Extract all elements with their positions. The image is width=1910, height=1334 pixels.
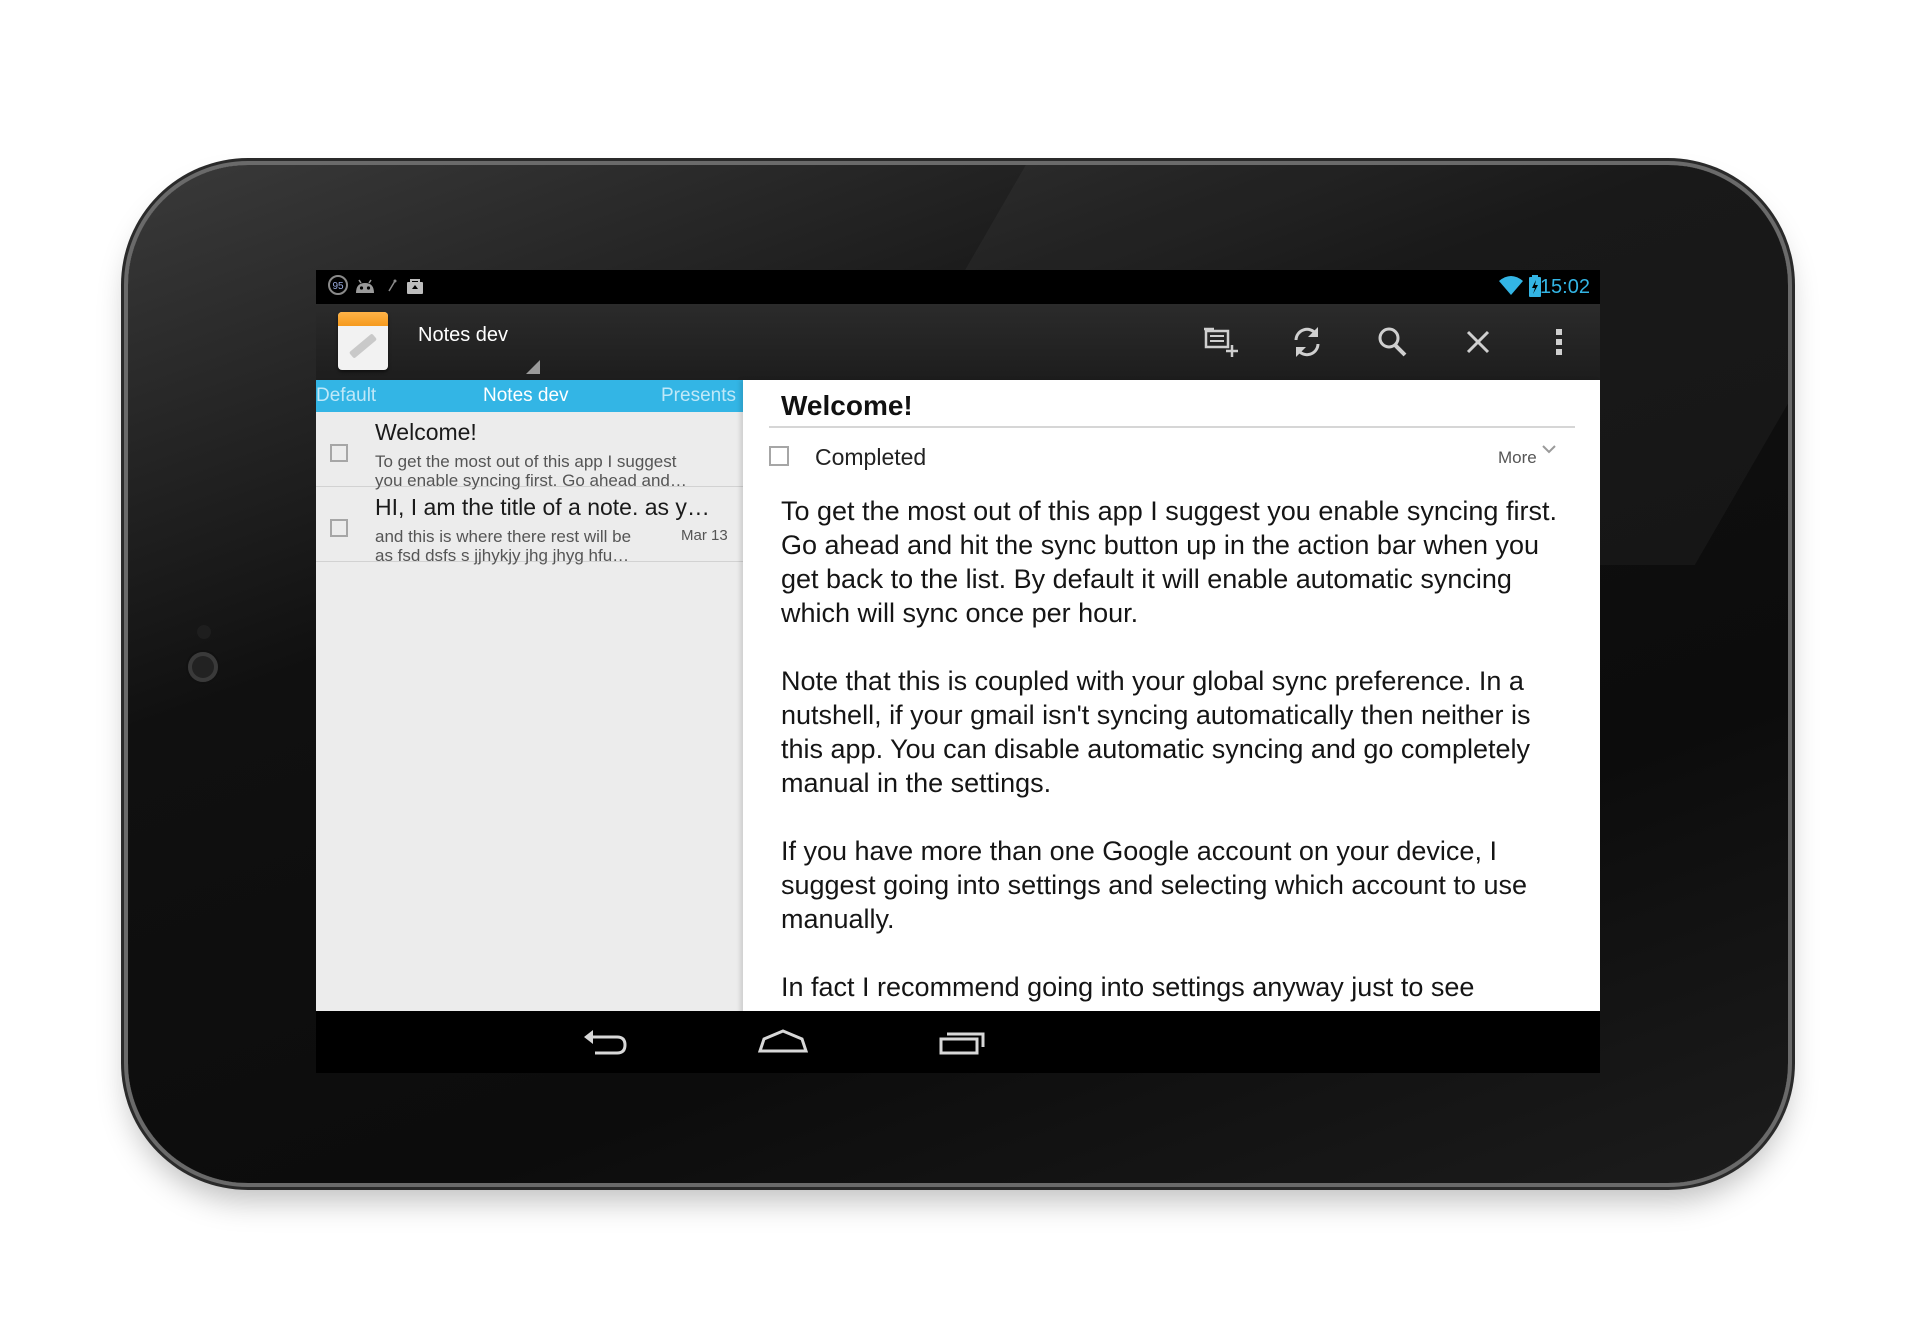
note-paragraph: If you have more than one Google account… — [781, 836, 1527, 934]
sync-button[interactable] — [1282, 318, 1332, 366]
note-checkbox[interactable] — [330, 444, 348, 462]
overflow-menu-button[interactable] — [1534, 318, 1584, 366]
list-item[interactable]: HI, I am the title of a note. as y… and … — [316, 487, 743, 565]
note-paragraph: Note that this is coupled with your glob… — [781, 666, 1531, 798]
front-camera — [188, 652, 218, 682]
search-button[interactable] — [1367, 318, 1417, 366]
notes-app-icon[interactable] — [338, 312, 388, 370]
new-note-icon — [1204, 327, 1238, 357]
new-note-button[interactable] — [1196, 318, 1246, 366]
tab-notes-dev[interactable]: Notes dev — [483, 385, 569, 407]
note-body[interactable]: To get the most out of this app I sugges… — [781, 494, 1571, 1038]
screen: 95 15:02 Notes dev Default Notes dev Pre… — [316, 270, 1600, 1073]
note-preview-line: and this is where there rest will be — [375, 527, 632, 546]
proximity-sensor — [197, 625, 211, 639]
note-checkbox[interactable] — [330, 519, 348, 537]
home-icon — [757, 1029, 809, 1053]
chevron-down-icon[interactable] — [1541, 442, 1557, 460]
note-preview-line: as fsd dsfs s jjhykjy jhg jhyg hfu… — [375, 546, 630, 565]
sync-icon — [1294, 327, 1320, 357]
back-button[interactable] — [576, 1021, 636, 1063]
list-item[interactable]: Welcome! To get the most out of this app… — [316, 412, 743, 490]
wifi-icon — [1498, 274, 1524, 302]
close-icon — [1466, 330, 1490, 354]
note-preview-line: To get the most out of this app I sugges… — [375, 452, 677, 471]
title-underline — [769, 426, 1575, 428]
completed-label: Completed — [815, 444, 927, 470]
more-button[interactable]: More — [1498, 448, 1537, 468]
note-title: Welcome! — [375, 419, 477, 445]
notification-badge-icon: 95 — [328, 275, 348, 295]
note-paragraph: To get the most out of this app I sugges… — [781, 496, 1557, 628]
list-spinner-title[interactable]: Notes dev — [418, 324, 508, 347]
tab-presents[interactable]: Presents — [661, 385, 736, 407]
status-bar: 95 15:02 — [316, 270, 1600, 304]
note-list: Welcome! To get the most out of this app… — [316, 412, 743, 1073]
home-button[interactable] — [753, 1021, 813, 1063]
overflow-menu-icon — [1556, 329, 1562, 355]
completed-checkbox[interactable] — [769, 446, 789, 466]
clock: 15:02 — [1539, 276, 1590, 298]
search-icon — [1378, 327, 1407, 357]
back-icon — [584, 1030, 627, 1055]
list-tabs: Default Notes dev Presents — [316, 380, 743, 412]
shopping-bag-icon — [405, 277, 425, 301]
note-paragraph: In fact I recommend going into settings … — [781, 972, 1475, 1002]
recents-button[interactable] — [932, 1021, 992, 1063]
note-date: Mar 13 — [681, 527, 728, 544]
note-detail: Welcome! Completed More To get the most … — [743, 380, 1600, 1073]
spinner-indicator-icon — [526, 360, 540, 374]
usb-icon — [386, 277, 398, 301]
note-title: HI, I am the title of a note. as y… — [375, 494, 710, 520]
note-title-field[interactable]: Welcome! — [781, 390, 913, 422]
android-icon — [354, 277, 376, 301]
recents-icon — [939, 1032, 985, 1055]
tab-default[interactable]: Default — [316, 385, 376, 407]
close-button[interactable] — [1453, 318, 1503, 366]
navigation-bar — [316, 1011, 1600, 1073]
action-bar: Notes dev — [316, 304, 1600, 380]
